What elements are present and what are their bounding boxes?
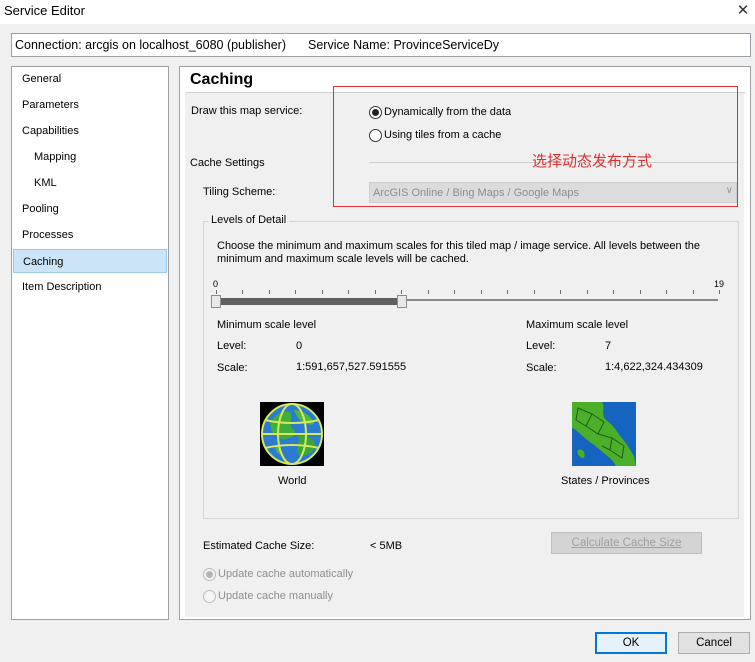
world-caption: World — [278, 475, 307, 487]
nav-item-general[interactable]: General — [13, 67, 167, 91]
slider-min-label: 0 — [213, 279, 219, 289]
update-auto-label[interactable]: Update cache automatically — [218, 568, 353, 580]
levels-of-detail-legend: Levels of Detail — [208, 214, 290, 226]
nav-item-parameters[interactable]: Parameters — [13, 93, 167, 117]
slider-tick — [348, 290, 350, 294]
max-level-label: Level: — [526, 340, 556, 352]
slider-tick — [480, 290, 482, 294]
world-globe-icon — [260, 402, 324, 466]
update-manual-radio[interactable] — [203, 590, 216, 603]
slider-tick — [639, 290, 641, 294]
update-auto-radio[interactable] — [203, 568, 216, 581]
slider-tick — [666, 290, 668, 294]
draw-service-label: Draw this map service: — [191, 105, 303, 117]
slider-tick — [507, 290, 509, 294]
tiling-scheme-label: Tiling Scheme: — [203, 186, 276, 198]
states-caption: States / Provinces — [561, 475, 650, 487]
slider-max-thumb[interactable] — [397, 295, 407, 308]
slider-tick — [295, 290, 297, 294]
estimated-size-label: Estimated Cache Size: — [203, 540, 315, 552]
slider-track[interactable] — [403, 299, 718, 301]
slider-tick — [719, 290, 720, 294]
slider-tick — [374, 290, 376, 294]
ok-button[interactable]: OK — [595, 632, 667, 654]
nav-item-kml[interactable]: KML — [13, 171, 167, 195]
slider-selected-range — [215, 298, 403, 305]
slider-tick — [427, 290, 429, 294]
slider-tick — [321, 290, 323, 294]
title-bar — [0, 0, 755, 24]
slider-tick — [401, 290, 403, 294]
cache-settings-label: Cache Settings — [190, 157, 265, 169]
nav-item-processes[interactable]: Processes — [13, 223, 167, 247]
slider-tick — [613, 290, 615, 294]
nav-item-pooling[interactable]: Pooling — [13, 197, 167, 221]
window-title: Service Editor — [4, 3, 85, 18]
nav-panel: General Parameters Capabilities Mapping … — [11, 66, 169, 620]
calculate-cache-size-button[interactable]: Calculate Cache Size — [551, 532, 702, 554]
service-name-text: Service Name: ProvinceServiceDy — [308, 38, 500, 52]
states-map-icon — [572, 402, 636, 466]
annotation-text: 选择动态发布方式 — [532, 152, 653, 170]
slider-tick — [533, 290, 535, 294]
slider-tick — [242, 290, 244, 294]
max-scale-title: Maximum scale level — [526, 319, 629, 331]
min-level-label: Level: — [217, 340, 247, 352]
slider-tick — [454, 290, 456, 294]
connection-bar: Connection: arcgis on localhost_6080 (pu… — [11, 33, 751, 57]
connection-text: Connection: arcgis on localhost_6080 (pu… — [15, 38, 286, 52]
slider-max-label: 19 — [714, 279, 725, 289]
close-icon[interactable]: ✕ — [734, 1, 752, 21]
min-scale-label: Scale: — [217, 362, 248, 374]
slider-tick — [560, 290, 562, 294]
min-scale-value: 1:591,657,527.591555 — [296, 361, 407, 373]
cancel-button[interactable]: Cancel — [678, 632, 750, 654]
page-title: Caching — [190, 71, 254, 88]
nav-item-capabilities[interactable]: Capabilities — [13, 119, 167, 143]
slider-min-thumb[interactable] — [211, 295, 221, 308]
slider-tick — [216, 290, 217, 294]
annotation-box — [333, 86, 738, 207]
max-scale-label: Scale: — [526, 362, 557, 374]
nav-item-item-description[interactable]: Item Description — [13, 275, 167, 299]
slider-tick — [586, 290, 588, 294]
min-scale-title: Minimum scale level — [217, 319, 317, 331]
max-scale-value: 1:4,622,324.434309 — [605, 361, 703, 373]
slider-tick — [268, 290, 270, 294]
nav-item-mapping[interactable]: Mapping — [13, 145, 167, 169]
nav-item-caching[interactable]: Caching — [13, 249, 167, 273]
estimated-size-value: < 5MB — [370, 540, 403, 552]
levels-description: Choose the minimum and maximum scales fo… — [217, 240, 700, 265]
slider-tick — [692, 290, 694, 294]
max-level-value: 7 — [605, 340, 612, 352]
update-manual-label[interactable]: Update cache manually — [218, 590, 333, 602]
min-level-value: 0 — [296, 340, 303, 352]
